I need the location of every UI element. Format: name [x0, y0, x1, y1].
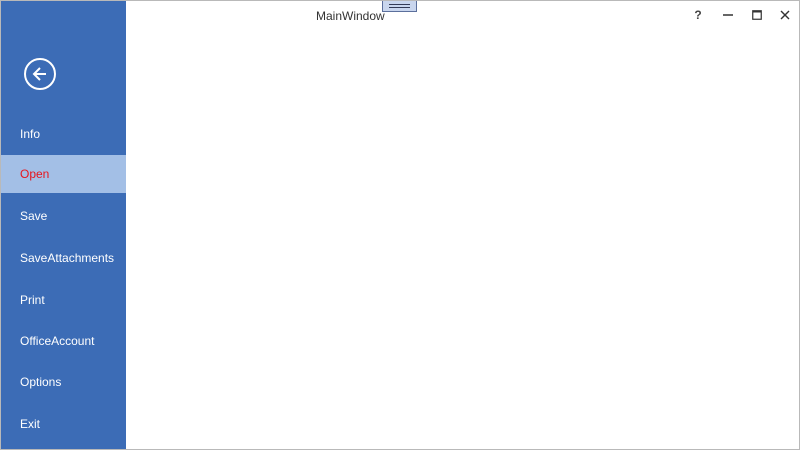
sidebar-item-info[interactable]: Info: [1, 115, 126, 153]
title-grip-handle[interactable]: [382, 1, 417, 12]
sidebar-item-exit[interactable]: Exit: [1, 405, 126, 443]
minimize-icon: [723, 14, 733, 16]
sidebar-item-office-account[interactable]: OfficeAccount: [1, 322, 126, 360]
window-title: MainWindow: [316, 9, 385, 23]
sidebar-item-options[interactable]: Options: [1, 363, 126, 401]
backstage-sidebar: Info Open Save SaveAttachments Print Off…: [1, 1, 126, 449]
arrow-left-icon: [32, 67, 46, 81]
maximize-button[interactable]: [746, 6, 768, 24]
sidebar-item-print[interactable]: Print: [1, 281, 126, 319]
sidebar-item-open[interactable]: Open: [1, 155, 126, 193]
close-button[interactable]: [774, 6, 796, 24]
minimize-button[interactable]: [717, 6, 739, 24]
maximize-icon: [752, 10, 762, 20]
main-window: Info Open Save SaveAttachments Print Off…: [0, 0, 800, 450]
back-button[interactable]: [24, 58, 56, 90]
close-icon: [780, 10, 790, 20]
help-button[interactable]: ?: [687, 6, 709, 24]
sidebar-item-save[interactable]: Save: [1, 197, 126, 235]
sidebar-item-save-attachments[interactable]: SaveAttachments: [1, 239, 126, 277]
